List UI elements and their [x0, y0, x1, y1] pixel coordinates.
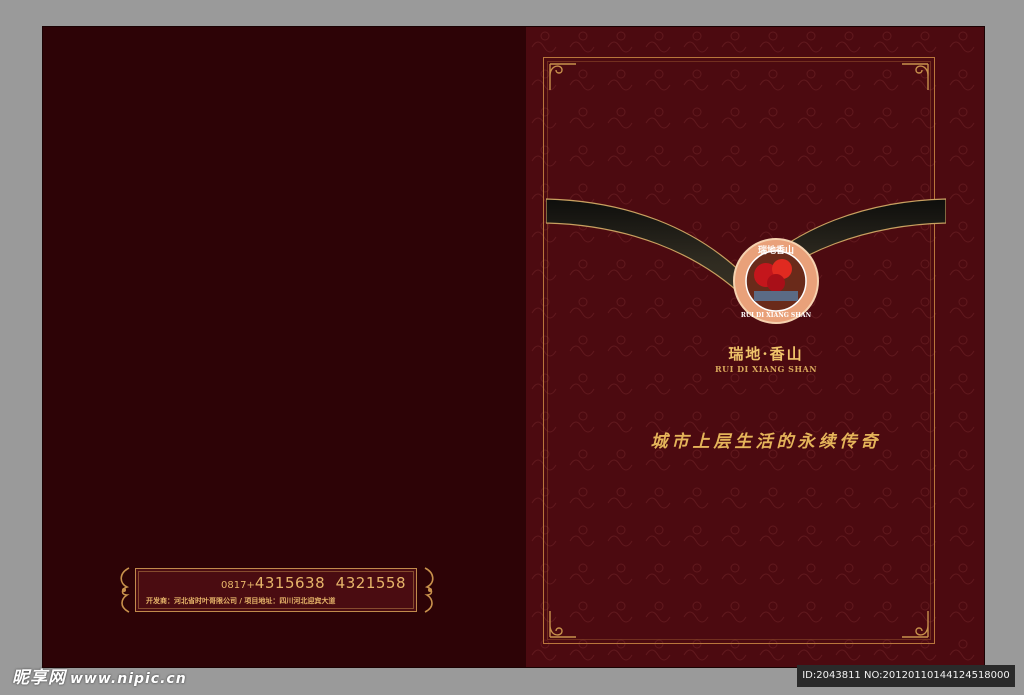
developer-address: 开发商：河北省时叶哥限公司 / 项目地址：四川河北迎宾大道 — [146, 597, 336, 605]
brochure-spread: 0817+4315638 4321558 开发商：河北省时叶哥限公司 / 项目地… — [43, 27, 984, 667]
back-cover: 0817+4315638 4321558 开发商：河北省时叶哥限公司 / 项目地… — [43, 27, 526, 667]
phone-numbers: 4315638 4321558 — [254, 574, 406, 592]
phone-row: 0817+4315638 4321558 — [136, 573, 406, 592]
corner-ornament-icon — [549, 611, 576, 638]
left-ornament-icon — [120, 567, 130, 613]
corner-ornament-icon — [902, 63, 929, 90]
corner-ornament-icon — [902, 611, 929, 638]
brand-logo-icon: 瑞地香山 RUI DI XIANG SHAN — [733, 238, 819, 324]
watermark: 昵享网 www.nipic.cn — [12, 663, 187, 688]
brand-name-cn: 瑞地·香山 — [728, 345, 804, 363]
front-cover: 瑞地香山 RUI DI XIANG SHAN 瑞地·香山 RUI DI XIAN… — [526, 27, 984, 667]
watermark-brand: 昵享网 — [12, 668, 66, 688]
logo-ring-text: 瑞地香山 — [758, 244, 794, 256]
right-ornament-icon — [424, 567, 434, 613]
corner-ornament-icon — [549, 63, 576, 90]
image-id-label: ID:2043811 NO:20120110144124518000 — [797, 665, 1015, 687]
contact-box: 0817+4315638 4321558 开发商：河北省时叶哥限公司 / 项目地… — [135, 568, 417, 612]
slogan: 城市上层生活的永续传奇 — [650, 432, 882, 452]
phone-prefix: 0817+ — [221, 580, 255, 591]
brand-name-en: RUI DI XIANG SHAN — [714, 364, 818, 374]
watermark-url: www.nipic.cn — [70, 671, 187, 687]
logo-ring-en: RUI DI XIANG SHAN — [741, 312, 812, 319]
